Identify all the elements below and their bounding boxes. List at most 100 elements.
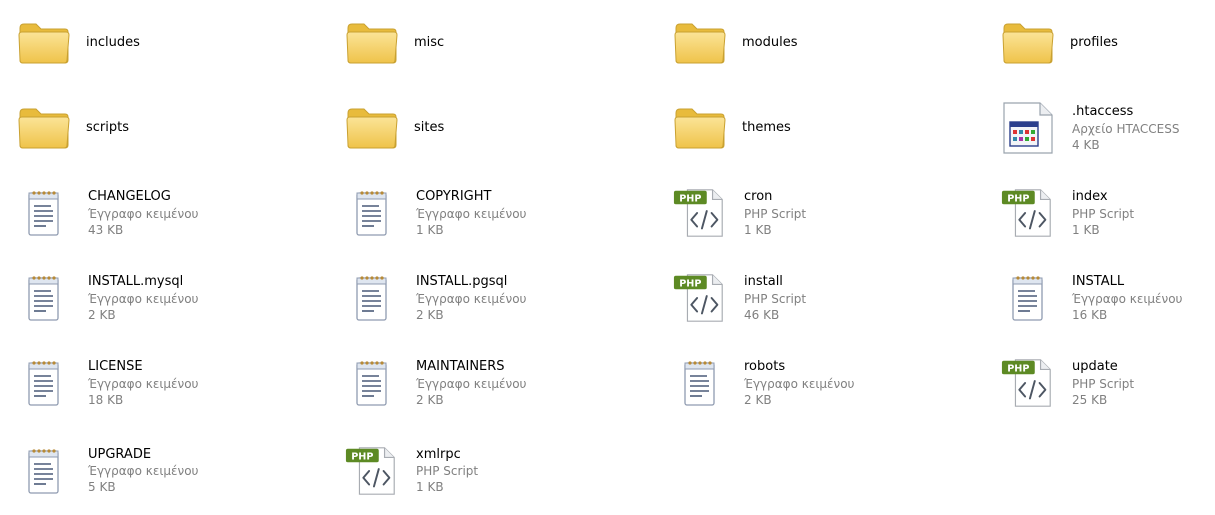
file-size: 16 KB (1072, 307, 1108, 322)
file-item-text: modules (742, 34, 798, 52)
folder-icon (672, 15, 728, 71)
file-name: INSTALL (1072, 274, 1125, 290)
file-item[interactable]: scripts (0, 86, 328, 170)
text-document-icon (344, 355, 400, 411)
file-item-text: .htaccess Αρχείο HTACCESS 4 KB (1072, 103, 1179, 153)
file-type: Έγγραφο κειμένου (416, 206, 527, 221)
file-name: CHANGELOG (88, 189, 171, 205)
php-script-icon: PHP (344, 443, 400, 499)
file-name: LICENSE (88, 359, 143, 375)
file-item[interactable]: PHP update PHP Script 25 KB (984, 340, 1215, 426)
file-item[interactable]: robots Έγγραφο κειμένου 2 KB (656, 340, 984, 426)
text-document-icon (344, 185, 400, 241)
file-item[interactable]: misc (328, 0, 656, 86)
file-size: 25 KB (1072, 392, 1108, 407)
file-type: PHP Script (744, 291, 807, 306)
file-item-text: robots Έγγραφο κειμένου 2 KB (744, 358, 854, 408)
text-document-icon (16, 270, 72, 326)
file-item[interactable]: COPYRIGHT Έγγραφο κειμένου 1 KB (328, 170, 656, 256)
folder-icon (672, 100, 728, 156)
file-item[interactable]: PHP cron PHP Script 1 KB (656, 170, 984, 256)
file-type: PHP Script (744, 206, 807, 221)
file-name: includes (86, 35, 140, 51)
file-type: Έγγραφο κειμένου (1072, 291, 1183, 306)
php-badge-label: PHP (1007, 363, 1029, 374)
file-item[interactable]: themes (656, 86, 984, 170)
file-type: Έγγραφο κειμένου (744, 376, 855, 391)
file-item[interactable]: includes (0, 0, 328, 86)
php-badge-label: PHP (679, 278, 701, 289)
file-item-text: INSTALL.mysql Έγγραφο κειμένου 2 KB (88, 273, 198, 323)
folder-icon (1000, 15, 1056, 71)
file-item[interactable]: PHP install PHP Script 46 KB (656, 256, 984, 340)
file-name: INSTALL.mysql (88, 274, 184, 290)
file-name: MAINTAINERS (416, 359, 505, 375)
file-size: 1 KB (1072, 222, 1100, 237)
file-name: COPYRIGHT (416, 189, 492, 205)
file-type: Έγγραφο κειμένου (88, 206, 199, 221)
file-size: 2 KB (744, 392, 772, 407)
file-item[interactable]: modules (656, 0, 984, 86)
file-size: 1 KB (744, 222, 772, 237)
htaccess-file-icon (1000, 100, 1056, 156)
file-type: Έγγραφο κειμένου (88, 376, 199, 391)
file-size: 43 KB (88, 222, 124, 237)
file-size: 2 KB (88, 307, 116, 322)
file-size: 2 KB (416, 392, 444, 407)
text-document-icon (672, 355, 728, 411)
php-badge-label: PHP (1007, 193, 1029, 204)
file-item[interactable]: INSTALL.pgsql Έγγραφο κειμένου 2 KB (328, 256, 656, 340)
file-item-text: CHANGELOG Έγγραφο κειμένου 43 KB (88, 188, 198, 238)
file-size: 5 KB (88, 480, 116, 495)
text-document-icon (344, 270, 400, 326)
file-item[interactable]: MAINTAINERS Έγγραφο κειμένου 2 KB (328, 340, 656, 426)
file-type: Έγγραφο κειμένου (88, 464, 199, 479)
text-document-icon (16, 443, 72, 499)
file-item-text: xmlrpc PHP Script 1 KB (416, 446, 478, 496)
file-item[interactable]: sites (328, 86, 656, 170)
file-item-text: includes (86, 34, 140, 52)
file-item[interactable]: .htaccess Αρχείο HTACCESS 4 KB (984, 86, 1215, 170)
file-item-text: MAINTAINERS Έγγραφο κειμένου 2 KB (416, 358, 526, 408)
file-size: 2 KB (416, 307, 444, 322)
file-item[interactable]: UPGRADE Έγγραφο κειμένου 5 KB (0, 426, 328, 515)
file-name: .htaccess (1072, 104, 1134, 120)
file-size: 4 KB (1072, 137, 1100, 152)
file-item[interactable]: profiles (984, 0, 1215, 86)
file-name: robots (744, 359, 786, 375)
folder-icon (344, 15, 400, 71)
file-item[interactable]: INSTALL Έγγραφο κειμένου 16 KB (984, 256, 1215, 340)
file-size: 46 KB (744, 307, 780, 322)
php-badge-label: PHP (679, 193, 701, 204)
file-item-text: COPYRIGHT Έγγραφο κειμένου 1 KB (416, 188, 526, 238)
php-script-icon: PHP (672, 270, 728, 326)
file-item-text: scripts (86, 119, 129, 137)
file-name: xmlrpc (416, 446, 461, 462)
file-item-text: misc (414, 34, 444, 52)
file-item[interactable]: PHP xmlrpc PHP Script 1 KB (328, 426, 656, 515)
file-item-text: update PHP Script 25 KB (1072, 358, 1134, 408)
file-item[interactable]: CHANGELOG Έγγραφο κειμένου 43 KB (0, 170, 328, 256)
file-item-text: index PHP Script 1 KB (1072, 188, 1134, 238)
file-item-text: INSTALL Έγγραφο κειμένου 16 KB (1072, 273, 1182, 323)
file-item[interactable]: LICENSE Έγγραφο κειμένου 18 KB (0, 340, 328, 426)
file-name: scripts (86, 120, 129, 136)
file-item-text: LICENSE Έγγραφο κειμένου 18 KB (88, 358, 198, 408)
php-script-icon: PHP (1000, 185, 1056, 241)
php-script-icon: PHP (672, 185, 728, 241)
file-name: update (1072, 359, 1118, 375)
folder-icon (16, 15, 72, 71)
file-item-text: sites (414, 119, 444, 137)
file-type: PHP Script (1072, 206, 1135, 221)
file-type: PHP Script (416, 464, 479, 479)
file-name: sites (414, 120, 445, 136)
file-item-text: profiles (1070, 34, 1118, 52)
file-item[interactable]: INSTALL.mysql Έγγραφο κειμένου 2 KB (0, 256, 328, 340)
text-document-icon (16, 185, 72, 241)
file-item[interactable]: PHP index PHP Script 1 KB (984, 170, 1215, 256)
file-item-text: INSTALL.pgsql Έγγραφο κειμένου 2 KB (416, 273, 526, 323)
file-type: PHP Script (1072, 376, 1135, 391)
file-item-text: UPGRADE Έγγραφο κειμένου 5 KB (88, 446, 198, 496)
folder-icon (16, 100, 72, 156)
file-name: modules (742, 35, 798, 51)
